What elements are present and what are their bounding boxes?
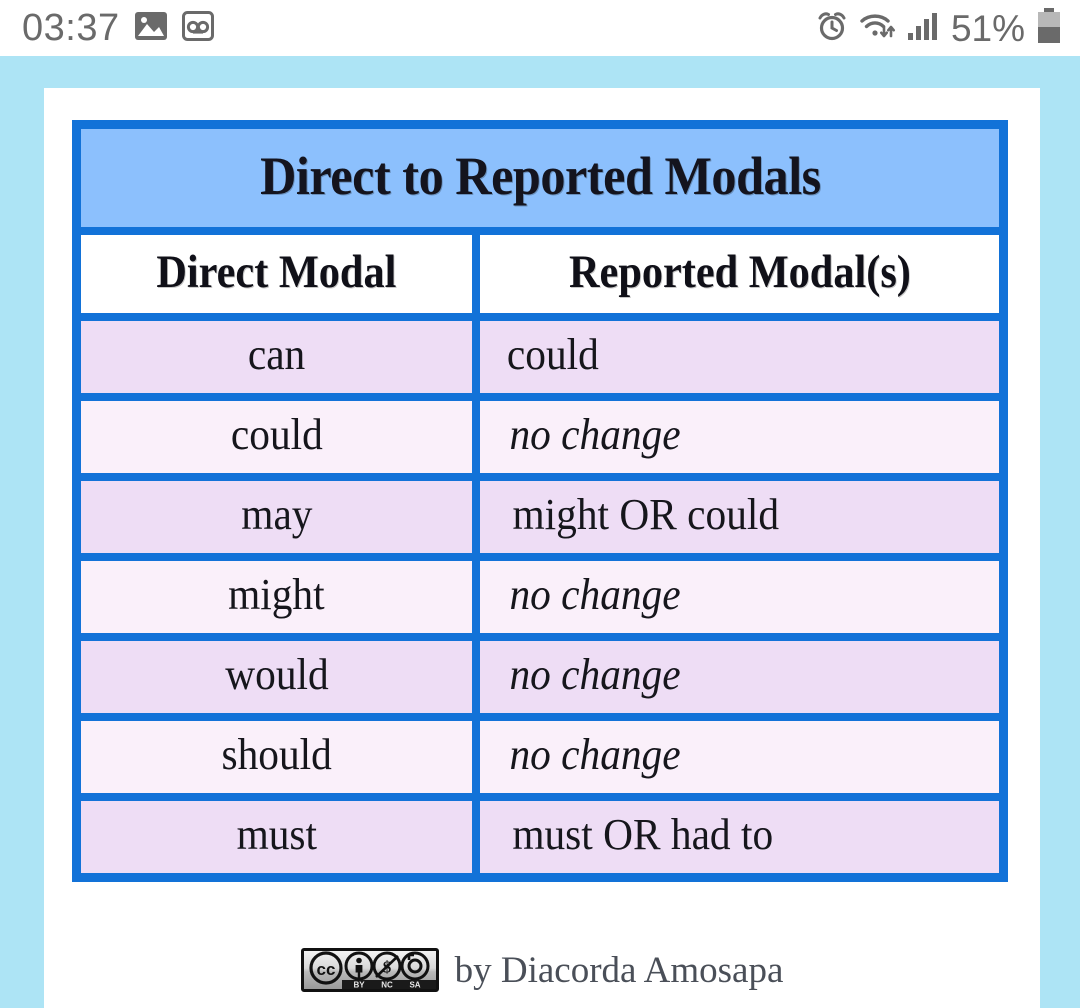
attribution: cc $ BY xyxy=(44,948,1040,992)
cell-direct-label: could xyxy=(230,410,323,459)
battery-percent-label: 51% xyxy=(950,7,1025,49)
cell-direct: should xyxy=(77,717,477,797)
cell-reported-label: no change xyxy=(509,570,682,619)
battery-icon xyxy=(1036,7,1062,49)
cell-reported: no change xyxy=(476,557,1003,637)
table-row: may might OR could xyxy=(77,477,1003,557)
table-row: could no change xyxy=(77,397,1003,477)
cell-reported-label: could xyxy=(507,330,600,379)
status-bar: 03:37 51% xyxy=(0,0,1080,56)
cell-reported: must OR had to xyxy=(476,797,1003,877)
status-bar-right: 51% xyxy=(816,7,1062,49)
cell-direct: must xyxy=(77,797,477,877)
table-title-row: Direct to Reported Modals xyxy=(77,125,1003,231)
cell-reported: no change xyxy=(476,717,1003,797)
column-header-direct: Direct Modal xyxy=(77,231,477,317)
svg-text:NC: NC xyxy=(381,981,393,990)
cell-direct: might xyxy=(77,557,477,637)
table-row: might no change xyxy=(77,557,1003,637)
svg-text:BY: BY xyxy=(353,981,365,990)
screen: 03:37 51% Direct to Reported Modals Dire… xyxy=(0,0,1080,1008)
modals-table: Direct to Reported Modals Direct Modal R… xyxy=(72,120,1008,882)
table-header-row: Direct Modal Reported Modal(s) xyxy=(77,231,1003,317)
cell-direct: can xyxy=(77,317,477,397)
cell-reported-label: no change xyxy=(509,730,682,779)
svg-text:cc: cc xyxy=(316,960,335,979)
column-header-reported-label: Reported Modal(s) xyxy=(568,246,911,298)
cell-direct-label: should xyxy=(221,730,332,779)
cell-direct: could xyxy=(77,397,477,477)
cell-direct: would xyxy=(77,637,477,717)
svg-text:SA: SA xyxy=(409,981,420,990)
column-header-direct-label: Direct Modal xyxy=(156,246,397,298)
table-row: must must OR had to xyxy=(77,797,1003,877)
cell-direct-label: may xyxy=(241,490,313,539)
table-row: would no change xyxy=(77,637,1003,717)
alarm-icon xyxy=(816,10,848,47)
content-card: Direct to Reported Modals Direct Modal R… xyxy=(44,88,1040,1008)
status-bar-left: 03:37 xyxy=(22,9,214,47)
cell-direct-label: can xyxy=(248,330,306,379)
cell-reported: no change xyxy=(476,397,1003,477)
page-title: Direct to Reported Modals xyxy=(259,146,821,206)
cell-reported-label: no change xyxy=(509,410,682,459)
cellular-signal-icon xyxy=(907,11,940,46)
cell-direct: may xyxy=(77,477,477,557)
page-background: Direct to Reported Modals Direct Modal R… xyxy=(0,56,1080,1008)
creative-commons-by-nc-sa-icon: cc $ BY xyxy=(300,948,439,992)
table-row: can could xyxy=(77,317,1003,397)
cell-direct-label: would xyxy=(225,650,329,699)
cell-reported-label: might OR could xyxy=(512,490,780,539)
gallery-icon xyxy=(134,11,168,46)
table-row: should no change xyxy=(77,717,1003,797)
wifi-icon xyxy=(859,11,897,46)
voicemail-icon xyxy=(181,10,214,46)
cell-direct-label: might xyxy=(228,570,325,619)
cell-direct-label: must xyxy=(236,810,317,859)
cell-reported-label: must OR had to xyxy=(512,810,774,859)
cell-reported: no change xyxy=(476,637,1003,717)
column-header-reported: Reported Modal(s) xyxy=(476,231,1003,317)
cell-reported-label: no change xyxy=(509,650,682,699)
cell-reported: might OR could xyxy=(476,477,1003,557)
table-title-cell: Direct to Reported Modals xyxy=(77,125,1003,231)
attribution-text: by Diacorda Amosapa xyxy=(454,949,784,991)
status-clock: 03:37 xyxy=(22,7,120,49)
cell-reported: could xyxy=(476,317,1003,397)
